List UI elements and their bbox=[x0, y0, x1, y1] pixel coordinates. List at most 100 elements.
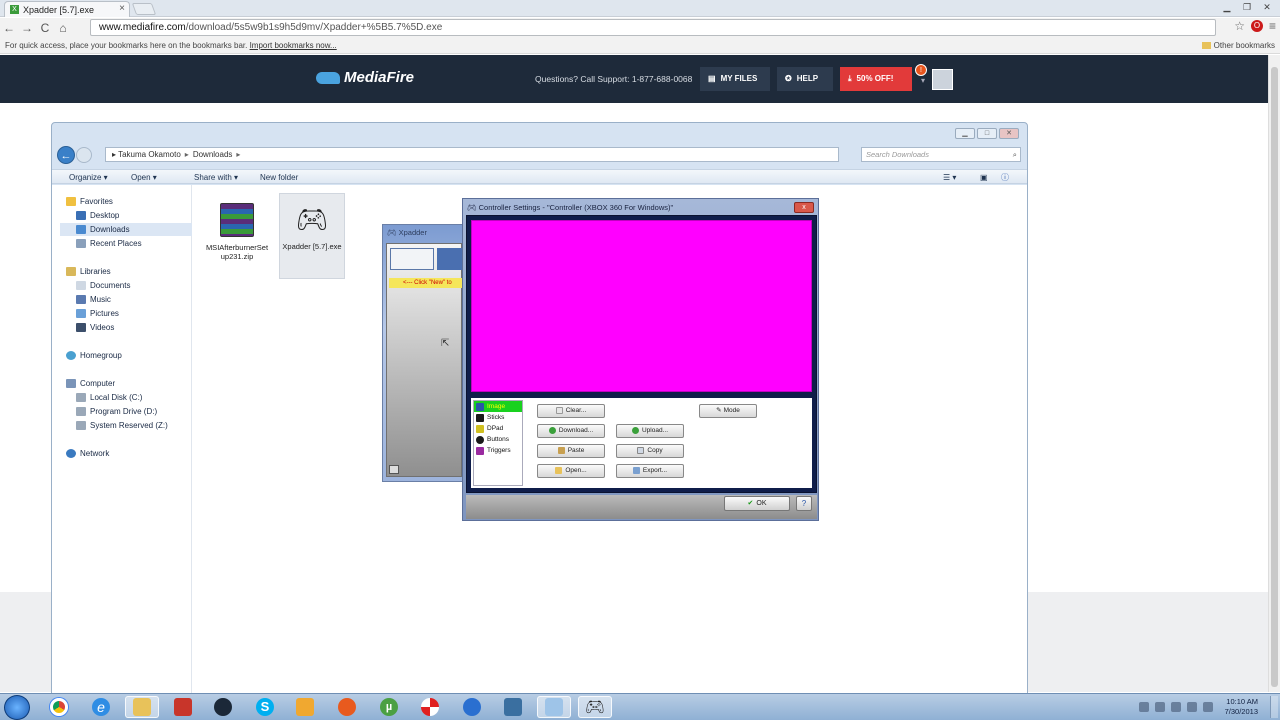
search-input[interactable]: Search Downloads ⌕ bbox=[861, 147, 1021, 162]
taskbar-skype[interactable]: S bbox=[248, 696, 282, 718]
mediafire-logo[interactable]: MediaFire bbox=[316, 69, 414, 86]
category-sticks[interactable]: Sticks bbox=[474, 412, 522, 423]
nav-recent-places[interactable]: Recent Places bbox=[76, 237, 142, 250]
share-with-button[interactable]: Share with ▾ bbox=[194, 171, 238, 184]
clock[interactable]: 10:10 AM 7/30/2013 bbox=[1225, 697, 1258, 717]
offer-button[interactable]: ⤓ 50% OFF! bbox=[840, 67, 912, 91]
file-item-exe[interactable]: 🎮︎ Xpadder [5.7].exe bbox=[279, 193, 345, 279]
download-button[interactable]: Download... bbox=[537, 424, 605, 438]
close-window-icon[interactable]: ✕ bbox=[1258, 1, 1276, 13]
chevron-down-icon[interactable]: ▾ bbox=[921, 76, 925, 85]
taskbar-app-blue[interactable] bbox=[455, 696, 489, 718]
ok-button[interactable]: ✔ OK bbox=[724, 496, 790, 511]
tray-network-icon[interactable] bbox=[1186, 702, 1197, 712]
search-icon[interactable]: ⌕ bbox=[1013, 148, 1017, 161]
dialog-close-button[interactable]: x bbox=[794, 202, 814, 213]
xpadder-window[interactable]: 🎮︎ Xpadder <--- Click "New" to bbox=[382, 224, 466, 482]
forward-icon[interactable] bbox=[76, 147, 92, 163]
organize-button[interactable]: Organize ▾ bbox=[69, 171, 108, 184]
scrollbar-thumb[interactable] bbox=[1271, 67, 1278, 687]
controller-image-canvas[interactable] bbox=[471, 220, 812, 392]
nav-network[interactable]: Network bbox=[66, 447, 109, 460]
taskbar-chrome[interactable] bbox=[42, 696, 76, 718]
new-folder-button[interactable]: New folder bbox=[260, 171, 298, 184]
taskbar-ie[interactable]: e bbox=[84, 696, 118, 718]
page-scrollbar[interactable] bbox=[1268, 55, 1280, 692]
taskbar-explorer[interactable] bbox=[125, 696, 159, 718]
copy-button[interactable]: Copy bbox=[616, 444, 684, 458]
nav-program-drive[interactable]: Program Drive (D:) bbox=[76, 405, 157, 418]
nav-pictures[interactable]: Pictures bbox=[76, 307, 119, 320]
category-image[interactable]: Image bbox=[474, 401, 522, 412]
tray-arrow-icon[interactable] bbox=[1138, 702, 1149, 712]
home-icon[interactable]: ⌂ bbox=[54, 19, 72, 37]
taskbar-tools[interactable] bbox=[496, 696, 530, 718]
taskbar-window[interactable] bbox=[537, 696, 571, 718]
my-files-button[interactable]: ▤ MY FILES bbox=[700, 67, 770, 91]
taskbar-lifebuoy[interactable] bbox=[413, 696, 447, 718]
taskbar-xpadder[interactable]: 🎮︎ bbox=[578, 696, 612, 718]
open-button[interactable]: Open... bbox=[537, 464, 605, 478]
other-bookmarks[interactable]: Other bookmarks bbox=[1201, 38, 1275, 54]
show-desktop-button[interactable] bbox=[1270, 696, 1278, 718]
category-triggers[interactable]: Triggers bbox=[474, 445, 522, 456]
help-icon[interactable]: ⓘ bbox=[1001, 171, 1009, 184]
taskbar-app-orange[interactable] bbox=[330, 696, 364, 718]
menu-icon[interactable]: ≡ bbox=[1269, 19, 1276, 33]
reload-icon[interactable]: C bbox=[36, 19, 54, 37]
nav-favorites[interactable]: Favorites bbox=[66, 195, 113, 208]
view-options-icon[interactable]: ☰ ▾ bbox=[943, 171, 956, 184]
address-bar[interactable]: www.mediafire.com/download/5s5w9b1s9h5d9… bbox=[90, 19, 1216, 36]
forward-icon[interactable]: → bbox=[18, 19, 36, 37]
new-tab-button[interactable] bbox=[131, 3, 157, 15]
browser-tab[interactable]: X Xpadder [5.7].exe × bbox=[4, 1, 130, 17]
nav-music[interactable]: Music bbox=[76, 293, 111, 306]
controller-slot-button[interactable] bbox=[390, 248, 434, 270]
close-icon[interactable]: ✕ bbox=[999, 128, 1019, 139]
upload-button[interactable]: Upload... bbox=[616, 424, 684, 438]
nav-system-reserved[interactable]: System Reserved (Z:) bbox=[76, 419, 168, 432]
back-icon[interactable]: ← bbox=[0, 19, 18, 37]
help-button[interactable]: ? bbox=[796, 496, 812, 511]
nav-documents[interactable]: Documents bbox=[76, 279, 130, 292]
clear-button[interactable]: Clear... bbox=[537, 404, 605, 418]
nav-downloads[interactable]: Downloads bbox=[60, 223, 192, 236]
paste-button[interactable]: Paste bbox=[537, 444, 605, 458]
tray-volume-icon[interactable] bbox=[1202, 702, 1213, 712]
open-button[interactable]: Open ▾ bbox=[131, 171, 157, 184]
category-dpad[interactable]: DPad bbox=[474, 423, 522, 434]
profile-slot-button[interactable] bbox=[437, 248, 463, 270]
taskbar-app-red[interactable] bbox=[166, 696, 200, 718]
taskbar-media[interactable] bbox=[288, 696, 322, 718]
star-bookmark-icon[interactable]: ☆ bbox=[1234, 19, 1245, 33]
restore-icon[interactable]: ❐ bbox=[1238, 1, 1256, 13]
breadcrumb-user[interactable]: Takuma Okamoto bbox=[118, 150, 181, 159]
category-buttons[interactable]: Buttons bbox=[474, 434, 522, 445]
back-icon[interactable]: ← bbox=[57, 146, 75, 164]
nav-libraries[interactable]: Libraries bbox=[66, 265, 111, 278]
notification-badge[interactable]: ! bbox=[915, 64, 927, 76]
nav-desktop[interactable]: Desktop bbox=[76, 209, 119, 222]
help-button[interactable]: ✪ HELP bbox=[777, 67, 833, 91]
export-button[interactable]: Export... bbox=[616, 464, 684, 478]
minimize-icon[interactable]: ▁ bbox=[1218, 1, 1236, 13]
preview-pane-icon[interactable]: ▣ bbox=[980, 171, 988, 184]
file-item-zip[interactable]: MSIAfterburnerSetup231.zip bbox=[204, 195, 270, 281]
taskbar-steam[interactable] bbox=[206, 696, 240, 718]
settings-icon[interactable] bbox=[389, 465, 399, 474]
maximize-icon[interactable]: □ bbox=[977, 128, 997, 139]
start-button[interactable] bbox=[4, 695, 30, 720]
nav-local-disk[interactable]: Local Disk (C:) bbox=[76, 391, 142, 404]
tray-gamepad-icon[interactable] bbox=[1154, 702, 1165, 712]
nav-computer[interactable]: Computer bbox=[66, 377, 115, 390]
nav-videos[interactable]: Videos bbox=[76, 321, 114, 334]
tray-security-icon[interactable] bbox=[1170, 702, 1181, 712]
tab-close-icon[interactable]: × bbox=[119, 3, 125, 14]
breadcrumb[interactable]: ▸ Takuma Okamoto ▸ Downloads ▸ bbox=[105, 147, 839, 162]
extension-icon[interactable]: O bbox=[1250, 20, 1263, 32]
mode-button[interactable]: ✎ Mode bbox=[699, 404, 757, 418]
avatar[interactable] bbox=[932, 69, 953, 90]
import-bookmarks-link[interactable]: Import bookmarks now... bbox=[250, 41, 337, 50]
breadcrumb-downloads[interactable]: Downloads bbox=[193, 150, 233, 159]
minimize-icon[interactable]: ▁ bbox=[955, 128, 975, 139]
